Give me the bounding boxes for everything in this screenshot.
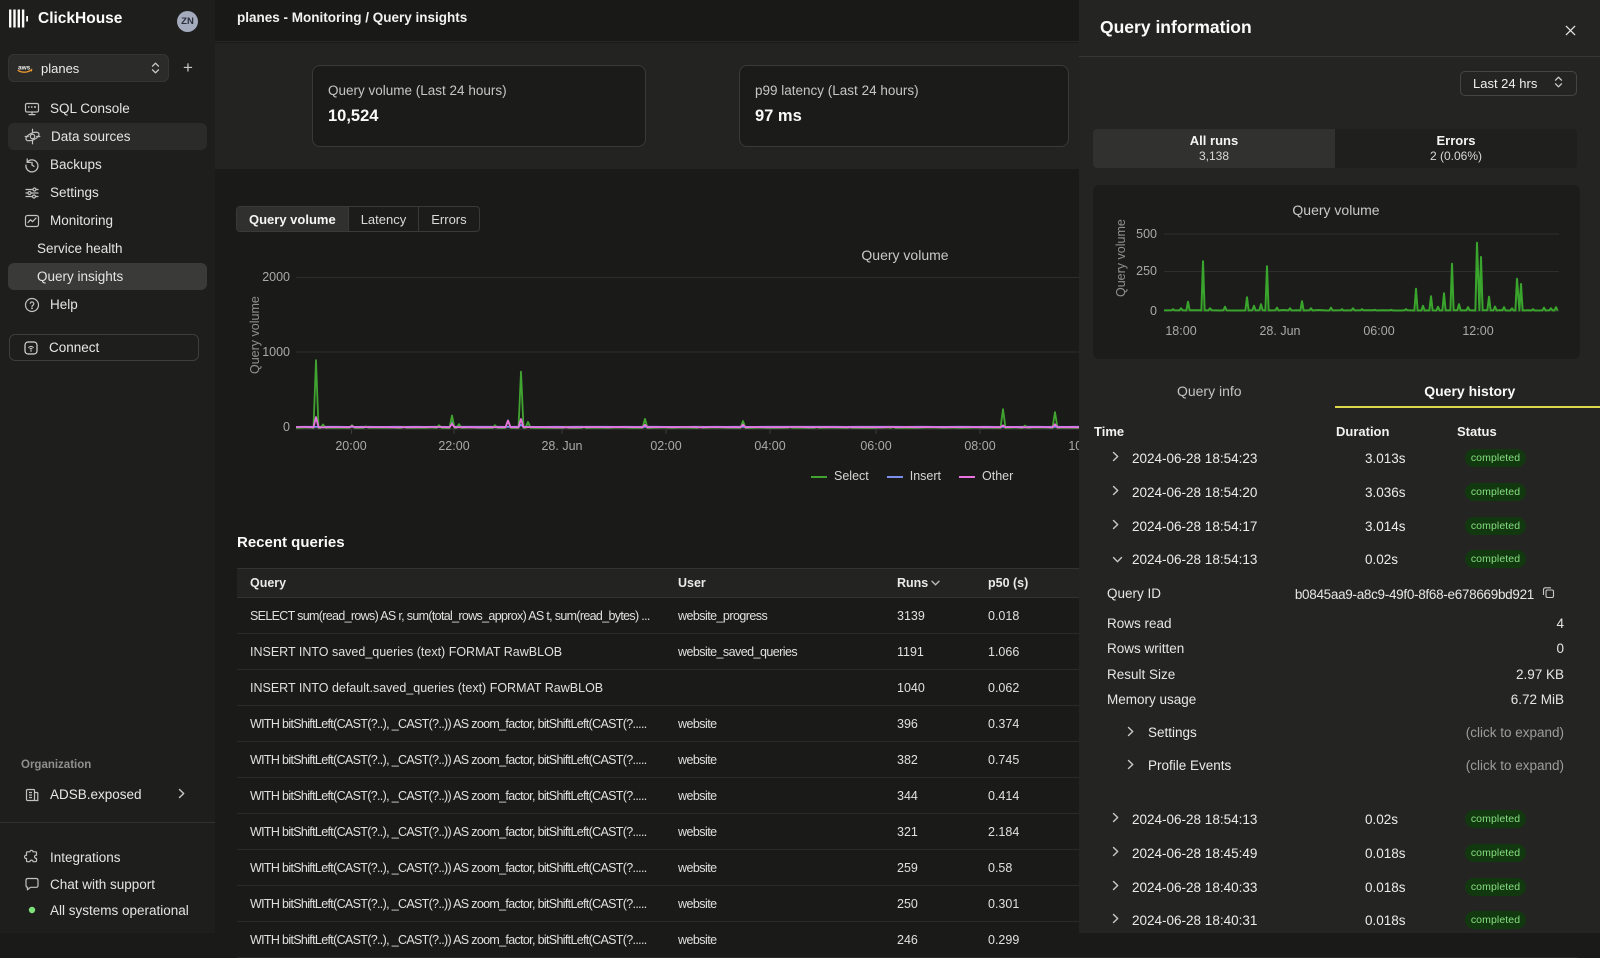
svg-text:1000: 1000 (262, 345, 290, 359)
svg-text:28. Jun: 28. Jun (1259, 324, 1300, 338)
svg-text:Query volume: Query volume (1114, 219, 1128, 297)
svg-text:18:00: 18:00 (1165, 324, 1196, 338)
svg-text:06:00: 06:00 (860, 439, 891, 453)
svg-text:Query volume: Query volume (248, 296, 262, 374)
svg-text:02:00: 02:00 (650, 439, 681, 453)
svg-text:28. Jun: 28. Jun (541, 439, 582, 453)
svg-text:0: 0 (1150, 304, 1157, 318)
svg-text:Query volume: Query volume (1292, 202, 1379, 218)
svg-text:08:00: 08:00 (964, 439, 995, 453)
svg-text:22:00: 22:00 (438, 439, 469, 453)
svg-text:06:00: 06:00 (1363, 324, 1394, 338)
svg-text:12:00: 12:00 (1462, 324, 1493, 338)
svg-text:500: 500 (1136, 227, 1157, 241)
svg-text:2000: 2000 (262, 270, 290, 284)
svg-text:0: 0 (283, 420, 290, 434)
svg-text:04:00: 04:00 (754, 439, 785, 453)
svg-text:250: 250 (1136, 264, 1157, 278)
svg-text:20:00: 20:00 (335, 439, 366, 453)
svg-text:aws: aws (18, 64, 31, 71)
